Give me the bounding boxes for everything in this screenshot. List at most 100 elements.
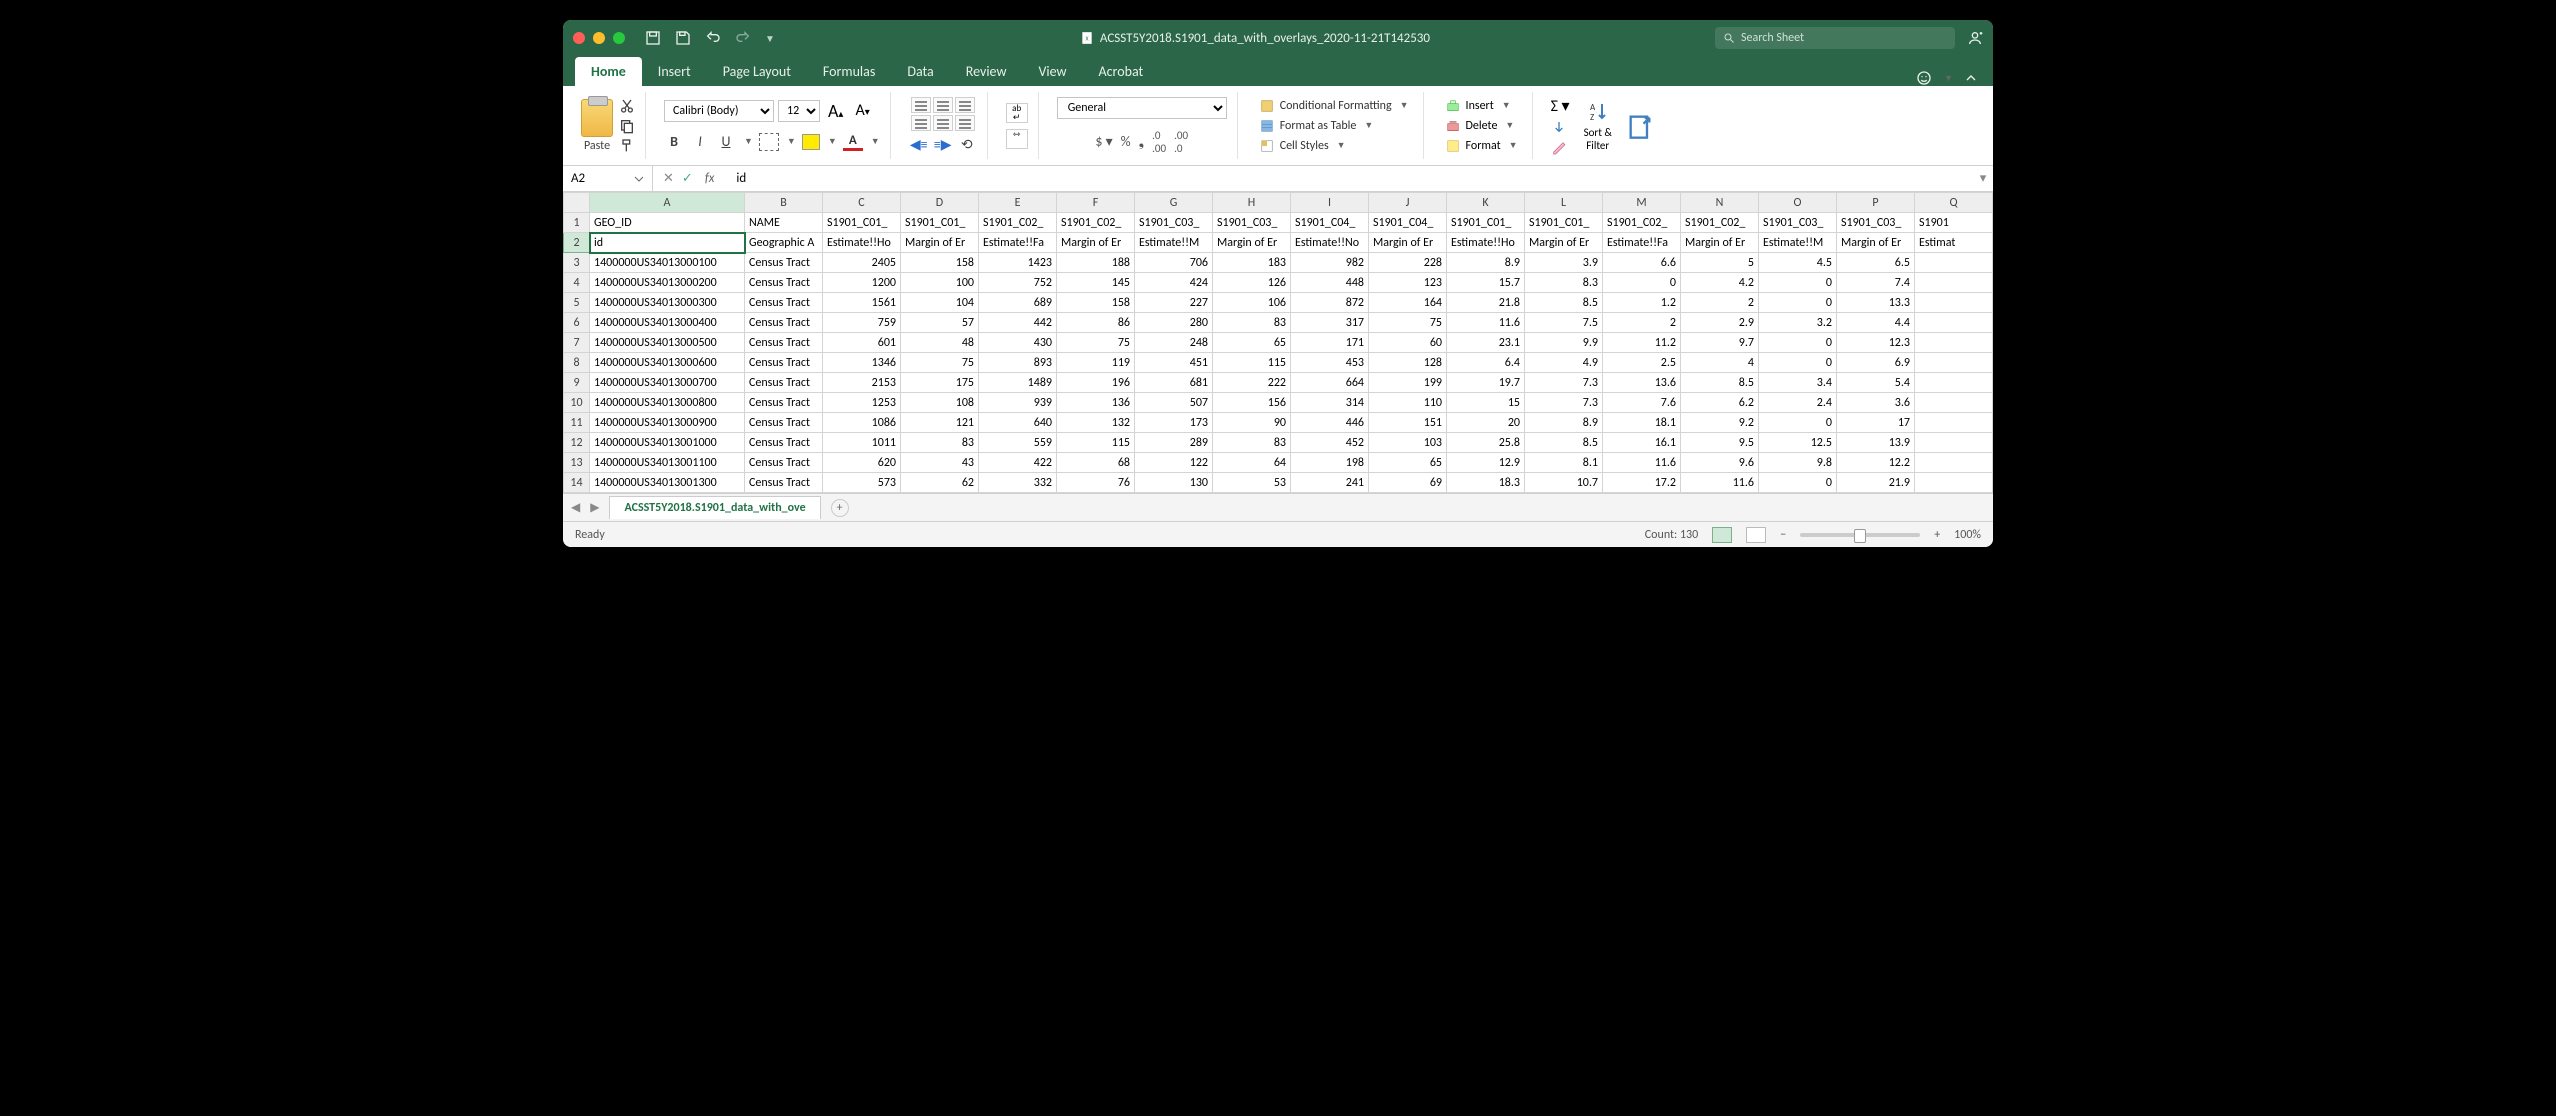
name-box[interactable]: A2 bbox=[563, 166, 653, 191]
cell[interactable]: 5.4 bbox=[1837, 373, 1915, 393]
cell[interactable]: 132 bbox=[1057, 413, 1135, 433]
cell[interactable]: Geographic A bbox=[745, 233, 823, 253]
cell[interactable]: 1400000US34013000400 bbox=[590, 313, 745, 333]
cell[interactable]: 12.2 bbox=[1837, 453, 1915, 473]
format-as-table-button[interactable]: Format as Table▼ bbox=[1256, 117, 1413, 135]
col-header-H[interactable]: H bbox=[1213, 193, 1291, 213]
cell[interactable]: 0 bbox=[1759, 333, 1837, 353]
cell[interactable]: 7.3 bbox=[1525, 373, 1603, 393]
row-header-13[interactable]: 13 bbox=[564, 453, 590, 473]
cell[interactable]: 158 bbox=[901, 253, 979, 273]
cell[interactable]: 1489 bbox=[979, 373, 1057, 393]
cell[interactable]: 4.9 bbox=[1525, 353, 1603, 373]
cell[interactable]: Census Tract bbox=[745, 273, 823, 293]
cell[interactable]: 64 bbox=[1213, 453, 1291, 473]
page-layout-view-button[interactable] bbox=[1746, 527, 1766, 543]
cell[interactable]: 1400000US34013001300 bbox=[590, 473, 745, 493]
cell[interactable]: S1901_C02_ bbox=[1603, 213, 1681, 233]
col-header-K[interactable]: K bbox=[1447, 193, 1525, 213]
cell[interactable]: 53 bbox=[1213, 473, 1291, 493]
copy-icon[interactable] bbox=[619, 118, 635, 134]
cell[interactable]: 164 bbox=[1369, 293, 1447, 313]
cell[interactable]: 151 bbox=[1369, 413, 1447, 433]
col-header-A[interactable]: A bbox=[590, 193, 745, 213]
font-size-select[interactable]: 12 bbox=[778, 100, 820, 122]
row-header-4[interactable]: 4 bbox=[564, 273, 590, 293]
row-header-6[interactable]: 6 bbox=[564, 313, 590, 333]
cell-styles-button[interactable]: Cell Styles▼ bbox=[1256, 137, 1413, 155]
cell[interactable]: 559 bbox=[979, 433, 1057, 453]
cell[interactable]: 86 bbox=[1057, 313, 1135, 333]
cell[interactable]: 11.6 bbox=[1681, 473, 1759, 493]
merge-button[interactable]: ⇿ bbox=[1006, 129, 1028, 149]
align-left[interactable] bbox=[911, 115, 931, 131]
increase-decimal-icon[interactable]: .0.00 bbox=[1152, 129, 1166, 155]
cell[interactable]: 222 bbox=[1213, 373, 1291, 393]
cell[interactable]: 21.8 bbox=[1447, 293, 1525, 313]
cell[interactable]: 2153 bbox=[823, 373, 901, 393]
tab-view[interactable]: View bbox=[1022, 57, 1082, 86]
cell[interactable]: 68 bbox=[1057, 453, 1135, 473]
cell[interactable]: Census Tract bbox=[745, 453, 823, 473]
cell[interactable]: 123 bbox=[1369, 273, 1447, 293]
col-header-G[interactable]: G bbox=[1135, 193, 1213, 213]
cell[interactable]: 20 bbox=[1447, 413, 1525, 433]
cell[interactable]: Estimat bbox=[1915, 233, 1993, 253]
cell[interactable]: 1400000US34013000600 bbox=[590, 353, 745, 373]
cell[interactable]: 19.7 bbox=[1447, 373, 1525, 393]
zoom-slider[interactable] bbox=[1800, 533, 1920, 537]
cell[interactable]: S1901_C01_ bbox=[1447, 213, 1525, 233]
cell[interactable]: 75 bbox=[901, 353, 979, 373]
cell[interactable]: 4.4 bbox=[1837, 313, 1915, 333]
cell[interactable] bbox=[1915, 313, 1993, 333]
cell[interactable]: 8.9 bbox=[1447, 253, 1525, 273]
cell[interactable]: 18.1 bbox=[1603, 413, 1681, 433]
cell[interactable] bbox=[1915, 393, 1993, 413]
cell[interactable]: Census Tract bbox=[745, 433, 823, 453]
insert-cells-button[interactable]: Insert▼ bbox=[1442, 97, 1522, 115]
cell[interactable]: 13.6 bbox=[1603, 373, 1681, 393]
cell[interactable]: 60 bbox=[1369, 333, 1447, 353]
ribbon-options-icon[interactable]: ▼ bbox=[1944, 73, 1953, 84]
cell[interactable]: 13.3 bbox=[1837, 293, 1915, 313]
cell[interactable]: Census Tract bbox=[745, 413, 823, 433]
clear-icon[interactable] bbox=[1551, 140, 1567, 156]
fill-color-button[interactable] bbox=[802, 134, 820, 150]
row-header-9[interactable]: 9 bbox=[564, 373, 590, 393]
italic-button[interactable]: I bbox=[690, 132, 710, 152]
cell[interactable]: 1400000US34013000500 bbox=[590, 333, 745, 353]
tab-review[interactable]: Review bbox=[950, 57, 1023, 86]
cell[interactable]: NAME bbox=[745, 213, 823, 233]
cell[interactable]: 1200 bbox=[823, 273, 901, 293]
cell[interactable]: 8.5 bbox=[1525, 293, 1603, 313]
cell[interactable]: 75 bbox=[1369, 313, 1447, 333]
cell[interactable]: S1901_C04_ bbox=[1291, 213, 1369, 233]
borders-button[interactable] bbox=[759, 133, 779, 151]
cell[interactable]: Census Tract bbox=[745, 253, 823, 273]
cell[interactable]: 130 bbox=[1135, 473, 1213, 493]
cell[interactable]: 7.6 bbox=[1603, 393, 1681, 413]
cell[interactable] bbox=[1915, 353, 1993, 373]
cell[interactable]: 12.9 bbox=[1447, 453, 1525, 473]
cell[interactable]: Census Tract bbox=[745, 293, 823, 313]
cell[interactable]: 12.5 bbox=[1759, 433, 1837, 453]
cell[interactable]: 452 bbox=[1291, 433, 1369, 453]
cell[interactable]: 2.4 bbox=[1759, 393, 1837, 413]
save-icon[interactable] bbox=[675, 30, 691, 46]
cell[interactable]: 2405 bbox=[823, 253, 901, 273]
align-bottom[interactable] bbox=[955, 97, 975, 113]
cell[interactable]: 15 bbox=[1447, 393, 1525, 413]
row-header-7[interactable]: 7 bbox=[564, 333, 590, 353]
col-header-D[interactable]: D bbox=[901, 193, 979, 213]
cell[interactable]: 65 bbox=[1369, 453, 1447, 473]
cell[interactable]: Census Tract bbox=[745, 373, 823, 393]
format-cells-button[interactable]: Format▼ bbox=[1442, 137, 1522, 155]
cell[interactable]: id bbox=[590, 233, 745, 253]
cell[interactable]: 752 bbox=[979, 273, 1057, 293]
cell[interactable]: 248 bbox=[1135, 333, 1213, 353]
cell[interactable]: 7.3 bbox=[1525, 393, 1603, 413]
cell[interactable]: 3.9 bbox=[1525, 253, 1603, 273]
cell[interactable]: 115 bbox=[1213, 353, 1291, 373]
cell[interactable]: 3.6 bbox=[1837, 393, 1915, 413]
cell[interactable]: 57 bbox=[901, 313, 979, 333]
